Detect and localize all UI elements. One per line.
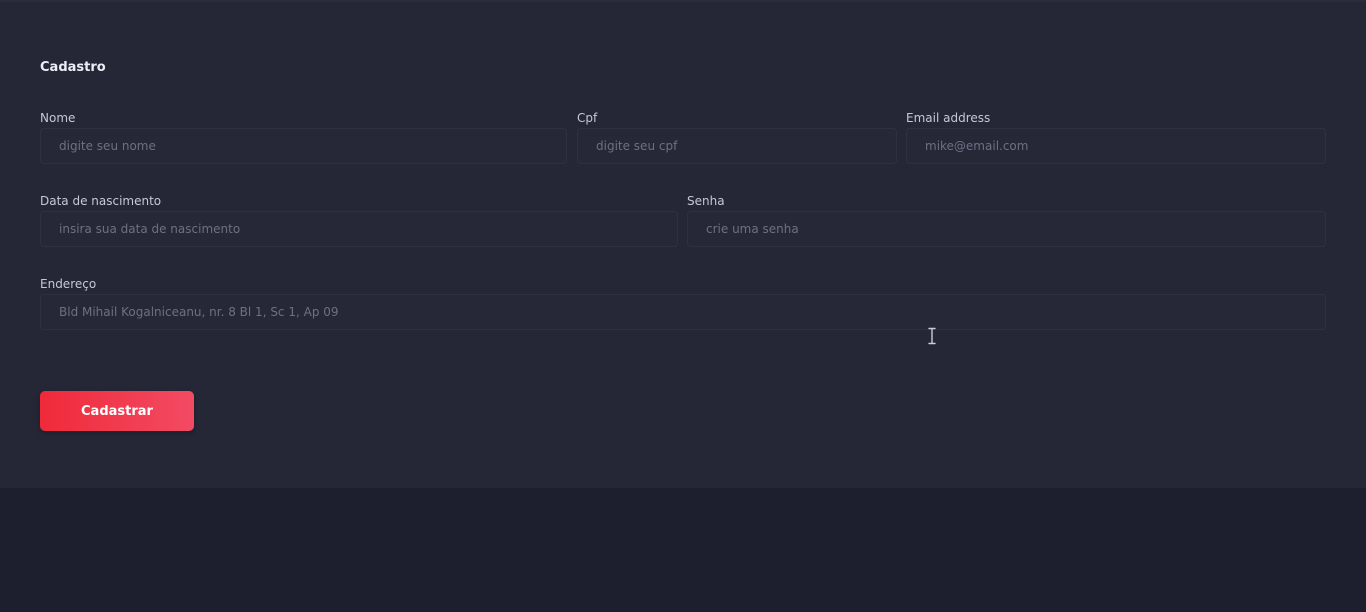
nascimento-input[interactable] [40, 211, 678, 247]
endereco-field-group: Endereço [40, 276, 1326, 330]
senha-field-group: Senha [687, 193, 1326, 247]
cpf-field-group: Cpf [577, 110, 897, 164]
text-cursor-icon [928, 327, 936, 345]
senha-input[interactable] [687, 211, 1326, 247]
nome-label: Nome [40, 111, 76, 125]
endereco-input[interactable] [40, 294, 1326, 330]
email-input[interactable] [906, 128, 1326, 164]
nome-input[interactable] [40, 128, 567, 164]
page-background [0, 488, 1366, 612]
email-field-group: Email address [906, 110, 1326, 164]
endereco-label: Endereço [40, 277, 97, 291]
cadastrar-button[interactable]: Cadastrar [40, 391, 194, 431]
nome-field-group: Nome [40, 110, 567, 164]
nascimento-label: Data de nascimento [40, 194, 162, 208]
email-label: Email address [906, 111, 991, 125]
form-title: Cadastro [40, 60, 106, 75]
senha-label: Senha [687, 194, 725, 208]
cpf-label: Cpf [577, 111, 598, 125]
nascimento-field-group: Data de nascimento [40, 193, 678, 247]
registration-form: Cadastro Nome Cpf Email address Data de … [0, 0, 1366, 488]
cpf-input[interactable] [577, 128, 897, 164]
